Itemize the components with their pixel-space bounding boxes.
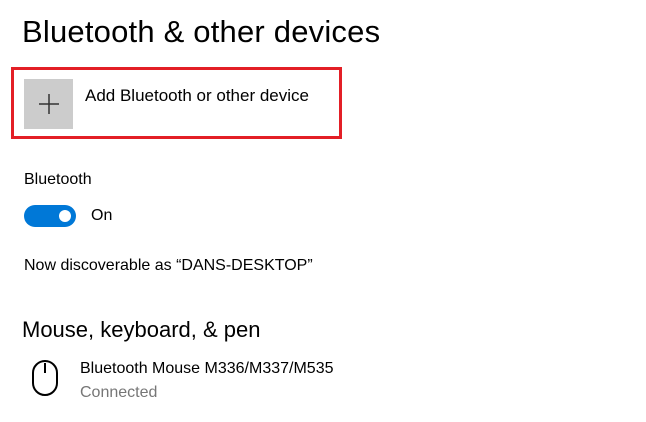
- plus-tile: [24, 79, 73, 129]
- mouse-icon: [32, 360, 58, 396]
- bluetooth-toggle[interactable]: [24, 205, 76, 227]
- add-device-label: Add Bluetooth or other device: [85, 86, 309, 105]
- device-item[interactable]: Bluetooth Mouse M336/M337/M535 Connected: [30, 358, 333, 402]
- discoverable-text: Now discoverable as “DANS-DESKTOP”: [24, 257, 313, 274]
- device-name: Bluetooth Mouse M336/M337/M535: [80, 360, 334, 377]
- toggle-state-label: On: [91, 207, 113, 224]
- device-status: Connected: [80, 384, 158, 401]
- page-title: Bluetooth & other devices: [22, 14, 381, 49]
- bluetooth-toggle-row: On: [24, 205, 112, 227]
- device-text: Bluetooth Mouse M336/M337/M535 Connected: [80, 360, 333, 402]
- section-title-mouse-keyboard-pen: Mouse, keyboard, & pen: [22, 317, 261, 342]
- add-device-button[interactable]: Add Bluetooth or other device: [24, 79, 309, 129]
- bluetooth-label: Bluetooth: [24, 171, 92, 188]
- toggle-knob: [59, 210, 71, 222]
- plus-icon: [38, 94, 59, 114]
